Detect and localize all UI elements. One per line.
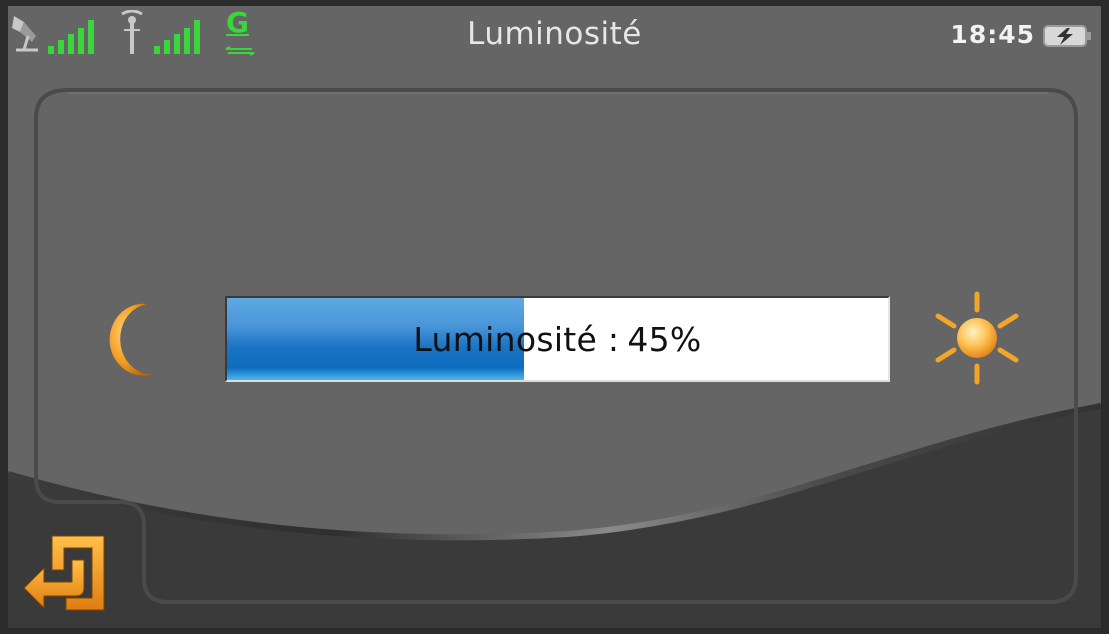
sun-icon[interactable] bbox=[932, 290, 1022, 386]
back-icon bbox=[23, 535, 105, 611]
back-button[interactable] bbox=[22, 530, 114, 622]
brightness-slider[interactable]: Luminosité : 45% bbox=[225, 296, 890, 382]
brightness-value: 45% bbox=[627, 319, 702, 359]
battery-charging-icon bbox=[1043, 25, 1091, 47]
clock-label: 18:45 bbox=[950, 20, 1035, 49]
page-title: Luminosité bbox=[467, 16, 642, 52]
brightness-screen: G Luminosité 18:45 Luminosité : 45% bbox=[8, 6, 1101, 628]
moon-icon[interactable] bbox=[102, 300, 162, 380]
brightness-label-prefix: Luminosité : bbox=[413, 319, 620, 359]
brightness-label: Luminosité : 45% bbox=[227, 298, 888, 380]
status-bar: G Luminosité 18:45 bbox=[8, 6, 1101, 70]
